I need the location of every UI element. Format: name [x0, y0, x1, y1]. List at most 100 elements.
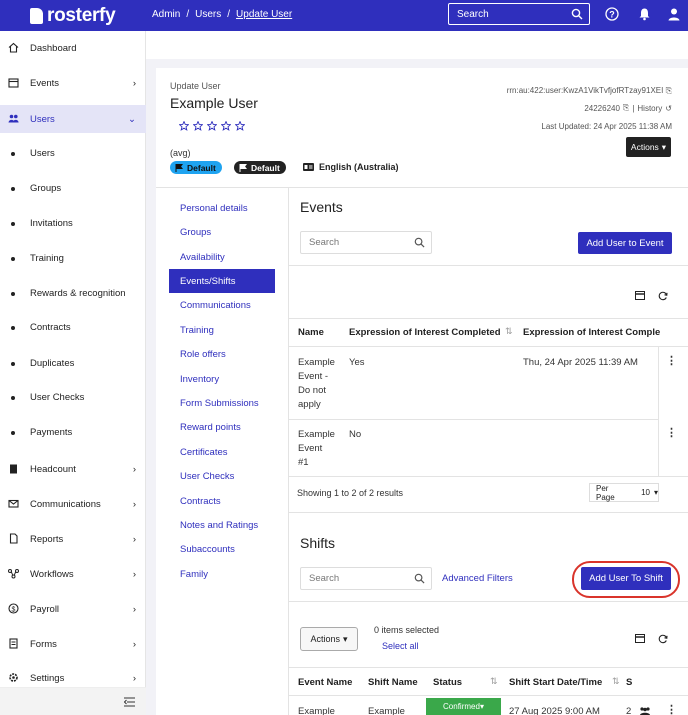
help-icon[interactable]: ? — [605, 7, 619, 21]
global-search-input[interactable]: Search — [448, 3, 590, 25]
sidebar-sublabel: Duplicates — [30, 358, 75, 369]
shifts-search-input[interactable]: Search — [300, 567, 432, 590]
sidebar-label: Forms — [30, 638, 57, 650]
actions-label: Actions — [630, 142, 659, 152]
sidebar-footer — [0, 687, 146, 715]
sidebar: Dashboard Events › Users ⌄ Users Groups … — [0, 31, 146, 715]
star-outline-icon[interactable] — [221, 121, 231, 131]
column-header-event-name[interactable]: Event Name — [298, 677, 352, 688]
bell-icon[interactable] — [638, 7, 651, 21]
column-header-status[interactable]: Status — [433, 677, 462, 688]
nav-reward-points[interactable]: Reward points — [169, 415, 275, 439]
nav-subaccounts[interactable]: Subaccounts — [169, 537, 275, 561]
sort-icon[interactable]: ⇅ — [612, 676, 620, 687]
table-cell-shift-name[interactable]: Example — [368, 705, 405, 715]
history-link[interactable]: History — [637, 104, 662, 113]
nav-certificates[interactable]: Certificates — [169, 440, 275, 464]
column-header-shift-start[interactable]: Shift Start Date/Time — [509, 677, 602, 688]
star-outline-icon[interactable] — [193, 121, 203, 131]
column-header-eoi-date[interactable]: Expression of Interest Comple — [523, 327, 660, 338]
advanced-filters-link[interactable]: Advanced Filters — [442, 573, 513, 584]
sidebar-item-payroll[interactable]: $ Payroll › — [0, 595, 146, 623]
users-icon[interactable] — [639, 707, 651, 715]
sort-icon[interactable]: ⇅ — [505, 326, 513, 337]
nav-role-offers[interactable]: Role offers — [169, 342, 275, 366]
sidebar-item-events[interactable]: Events › — [0, 69, 146, 97]
columns-icon[interactable] — [635, 634, 645, 643]
select-all-link[interactable]: Select all — [382, 641, 419, 651]
collapse-sidebar-icon[interactable] — [124, 697, 135, 707]
refresh-icon[interactable] — [658, 634, 668, 644]
column-header-eoi[interactable]: Expression of Interest Completed — [349, 327, 501, 338]
breadcrumb-users[interactable]: Users — [195, 9, 221, 20]
nav-events-shifts[interactable]: Events/Shifts — [169, 269, 275, 293]
sidebar-subitem-payments[interactable]: Payments — [0, 421, 146, 445]
table-cell-event-name[interactable]: Example — [298, 705, 335, 715]
user-avatar-icon[interactable] — [667, 7, 681, 21]
row-menu-icon[interactable]: ⋮ — [666, 354, 677, 367]
sidebar-subitem-users[interactable]: Users — [0, 142, 146, 166]
add-user-to-event-button[interactable]: Add User to Event — [578, 232, 672, 254]
nav-groups[interactable]: Groups — [169, 220, 275, 244]
sidebar-subitem-contracts[interactable]: Contracts — [0, 316, 146, 340]
sidebar-item-communications[interactable]: Communications › — [0, 490, 146, 518]
table-cell-event-name[interactable]: Example Event - Do not apply — [298, 356, 335, 412]
search-icon[interactable] — [571, 8, 583, 20]
sidebar-subitem-rewards[interactable]: Rewards & recognition — [0, 282, 146, 306]
nav-form-submissions[interactable]: Form Submissions — [169, 391, 275, 415]
column-header-shift-name[interactable]: Shift Name — [368, 677, 418, 688]
cell-line: apply — [298, 399, 321, 410]
column-header-name[interactable]: Name — [298, 327, 324, 338]
star-outline-icon[interactable] — [179, 121, 189, 131]
history-icon[interactable]: ↺ — [665, 104, 672, 113]
nav-availability[interactable]: Availability — [169, 245, 275, 269]
bullet-icon — [11, 396, 15, 400]
star-outline-icon[interactable] — [207, 121, 217, 131]
nav-training[interactable]: Training — [169, 318, 275, 342]
star-outline-icon[interactable] — [235, 121, 245, 131]
bulk-actions-button[interactable]: Actions ▾ — [300, 627, 358, 651]
column-header-extra[interactable]: S — [626, 677, 632, 688]
breadcrumb-current[interactable]: Update User — [236, 9, 292, 20]
row-menu-icon[interactable]: ⋮ — [666, 426, 677, 439]
actions-button[interactable]: Actions ▾ — [626, 137, 671, 157]
row-menu-icon[interactable]: ⋮ — [666, 703, 677, 715]
sidebar-subitem-user-checks[interactable]: User Checks — [0, 386, 146, 410]
nav-communications[interactable]: Communications — [169, 293, 275, 317]
sidebar-subitem-training[interactable]: Training — [0, 247, 146, 271]
copy-urn-icon[interactable]: ⎘ — [666, 86, 672, 95]
search-placeholder: Search — [309, 573, 340, 584]
nav-personal-details[interactable]: Personal details — [169, 196, 275, 220]
nav-inventory[interactable]: Inventory — [169, 367, 275, 391]
sidebar-subitem-invitations[interactable]: Invitations — [0, 212, 146, 236]
copy-icon[interactable]: ⎘ — [623, 103, 629, 113]
bullet-icon — [11, 222, 15, 226]
breadcrumb-admin[interactable]: Admin — [152, 9, 180, 20]
nav-family[interactable]: Family — [169, 562, 275, 586]
sidebar-subitem-duplicates[interactable]: Duplicates — [0, 352, 146, 376]
sidebar-item-headcount[interactable]: Headcount › — [0, 455, 146, 483]
divider — [288, 188, 289, 715]
sidebar-item-dashboard[interactable]: Dashboard — [0, 34, 146, 62]
table-cell-event-name[interactable]: Example Event #1 — [298, 428, 335, 470]
sort-icon[interactable]: ⇅ — [490, 676, 498, 687]
rating-stars[interactable] — [179, 121, 245, 131]
sidebar-item-reports[interactable]: Reports › — [0, 525, 146, 553]
nav-contracts[interactable]: Contracts — [169, 489, 275, 513]
brand-logo[interactable]: rosterfy — [30, 5, 116, 27]
columns-icon[interactable] — [635, 291, 645, 300]
status-dropdown[interactable]: Confirmed ▾ — [426, 698, 501, 715]
clipboard-icon — [10, 464, 17, 474]
sidebar-subitem-groups[interactable]: Groups — [0, 177, 146, 201]
events-search-input[interactable]: Search — [300, 231, 432, 254]
nav-user-checks[interactable]: User Checks — [169, 464, 275, 488]
sidebar-item-users[interactable]: Users ⌄ — [0, 105, 146, 133]
refresh-icon[interactable] — [658, 291, 668, 301]
per-page-select[interactable]: Per Page 10 ▾ — [589, 483, 659, 502]
table-cell-eoi-date: Thu, 24 Apr 2025 11:39 AM — [523, 357, 638, 368]
divider — [289, 695, 688, 696]
sidebar-item-workflows[interactable]: Workflows › — [0, 560, 146, 588]
sidebar-item-forms[interactable]: Forms › — [0, 630, 146, 658]
cell-line: #1 — [298, 457, 309, 468]
nav-notes-ratings[interactable]: Notes and Ratings — [169, 513, 275, 537]
